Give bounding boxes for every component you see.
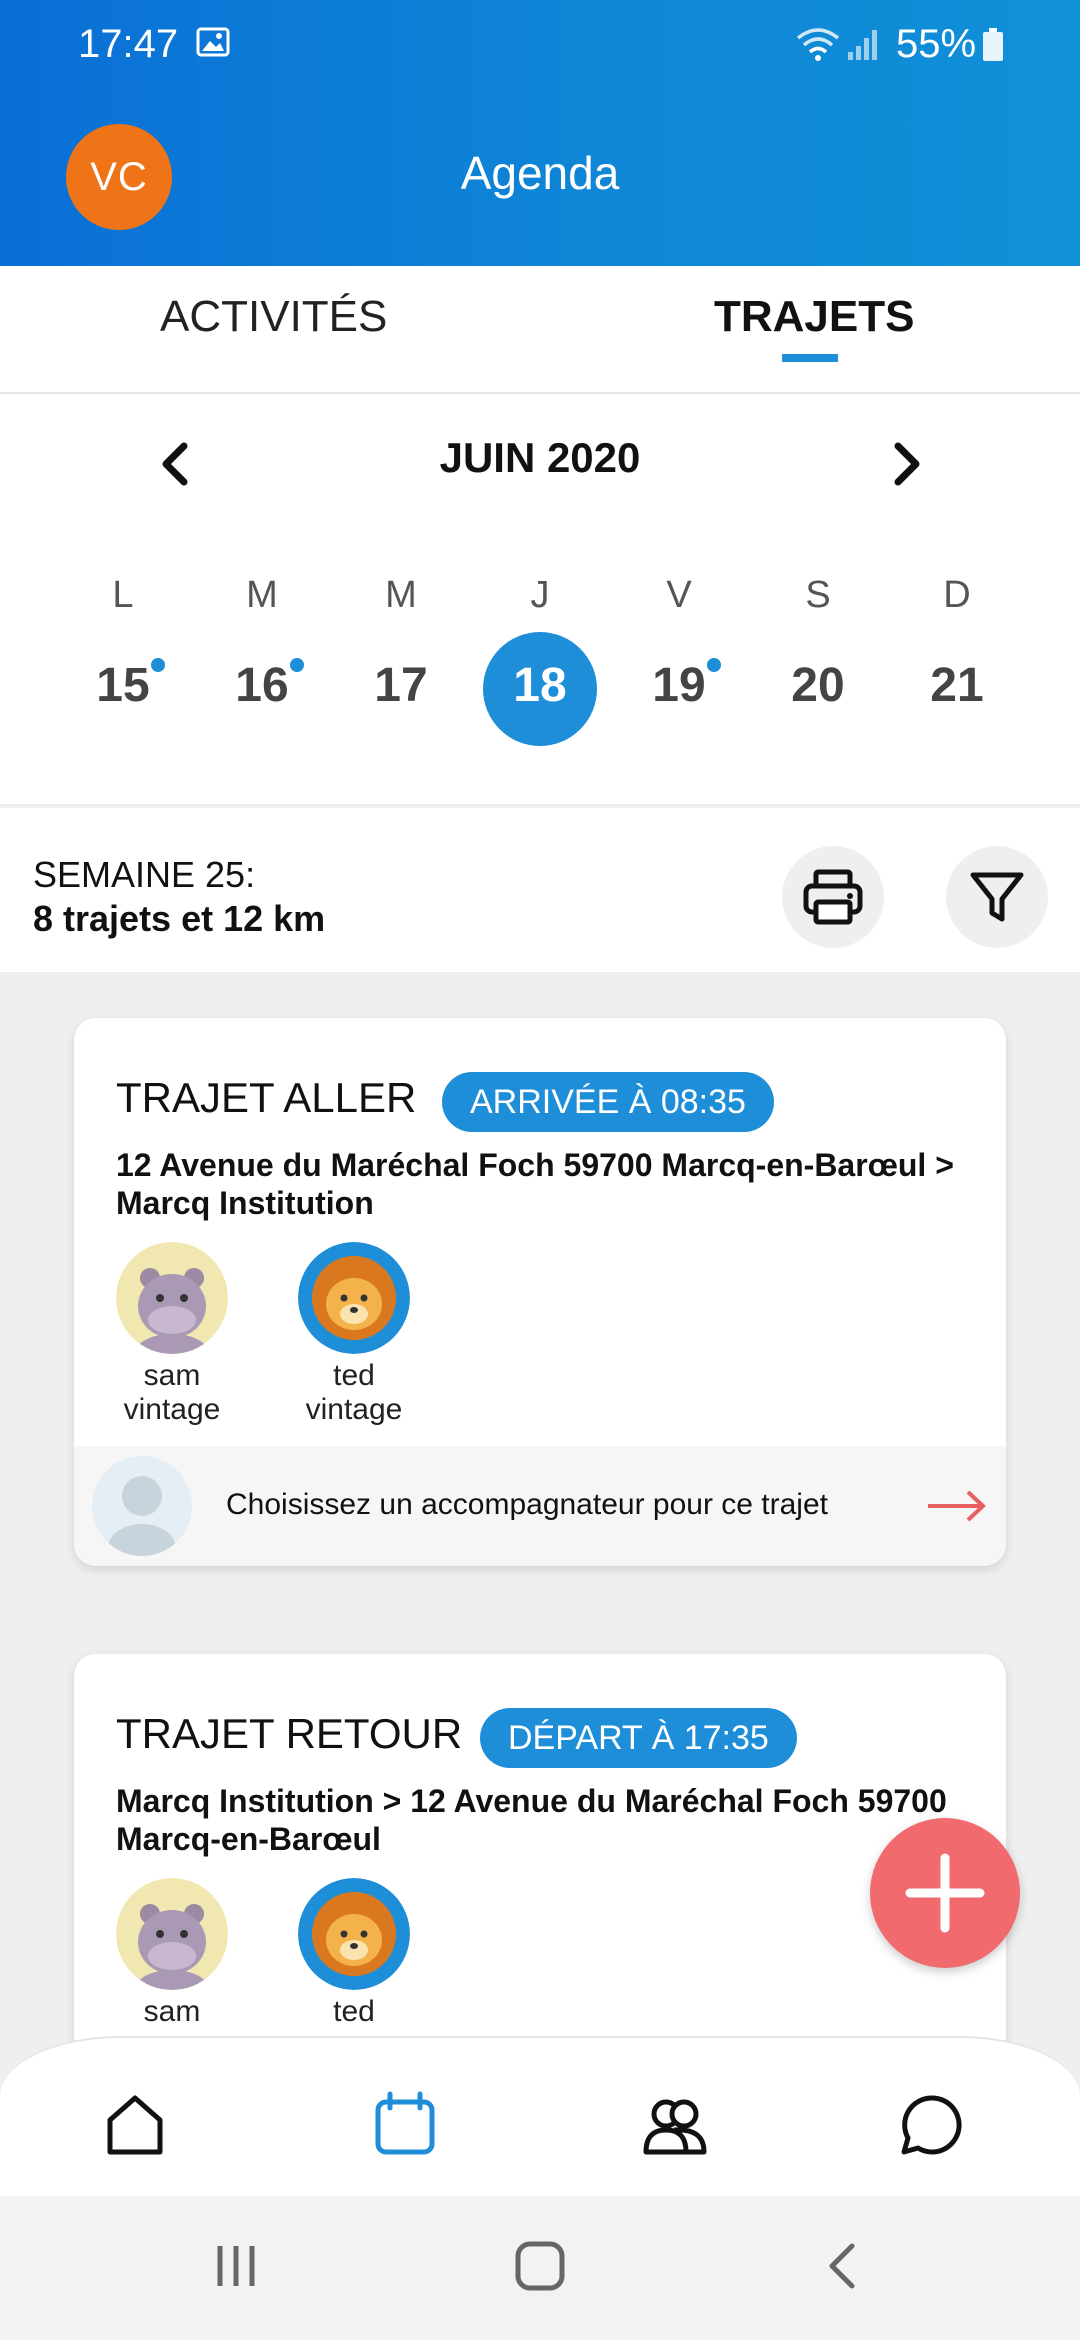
- week-summary-bar: SEMAINE 25: 8 trajets et 12 km: [0, 808, 1080, 972]
- trip-time-badge: ARRIVÉE À 08:35: [442, 1072, 774, 1132]
- week-summary: 8 trajets et 12 km: [33, 898, 326, 939]
- tab-trajets[interactable]: TRAJETS: [714, 292, 914, 342]
- active-tab-indicator: [782, 354, 838, 362]
- child-first-name: ted: [333, 1995, 375, 2028]
- day-letter: L: [112, 574, 134, 616]
- child-first-name: sam: [143, 1359, 201, 1392]
- day-number: 15: [96, 659, 150, 712]
- escort-prompt: Choisissez un accompagnateur pour ce tra…: [226, 1488, 828, 1521]
- plus-icon: [905, 1853, 985, 1933]
- wifi-icon: [796, 28, 840, 61]
- chevron-right-icon[interactable]: [882, 434, 932, 494]
- system-navigation-bar: [0, 2196, 1080, 2340]
- signal-icon: [848, 30, 877, 60]
- day-number: 18: [513, 659, 567, 712]
- chat-icon[interactable]: [896, 2090, 966, 2160]
- back-icon[interactable]: [822, 2236, 862, 2296]
- status-bar: 17:47 55%: [0, 0, 1080, 90]
- child-item[interactable]: ted: [274, 1878, 434, 2030]
- week-label: SEMAINE 25:: [33, 854, 256, 895]
- trip-route: 12 Avenue du Maréchal Foch 59700 Marcq-e…: [116, 1147, 954, 1221]
- trip-time-badge: DÉPART À 17:35: [480, 1708, 797, 1768]
- day-letter: V: [666, 574, 692, 616]
- day-letter: M: [385, 574, 417, 616]
- event-dot: [707, 658, 721, 672]
- home-icon[interactable]: [100, 2090, 170, 2160]
- printer-icon: [803, 869, 863, 925]
- calendar-icon[interactable]: [370, 2090, 440, 2160]
- trip-title: TRAJET RETOUR: [116, 1710, 463, 1757]
- day-letter: M: [246, 574, 278, 616]
- child-first-name: ted: [333, 1359, 375, 1392]
- day-letter: S: [805, 574, 831, 616]
- add-trip-button[interactable]: [870, 1818, 1020, 1968]
- app-header: 17:47 55% VC Agenda: [0, 0, 1080, 266]
- print-button[interactable]: [782, 846, 884, 948]
- gallery-notification-icon: [196, 27, 230, 57]
- day-number: 20: [791, 659, 845, 712]
- week-calendar: JUIN 2020 L 15 M 16 M 17 J 18 V 19 S 20 …: [0, 394, 1080, 806]
- hippo-avatar-icon: [116, 1878, 228, 1990]
- home-system-icon[interactable]: [512, 2236, 568, 2296]
- child-item[interactable]: ted vintage: [274, 1242, 434, 1428]
- bottom-navigation: [0, 2036, 1080, 2196]
- trip-route: Marcq Institution > 12 Avenue du Marécha…: [116, 1783, 947, 1857]
- trip-card[interactable]: TRAJET ALLER ARRIVÉE À 08:35 12 Avenue d…: [74, 1018, 1006, 1566]
- recent-apps-icon[interactable]: [212, 2236, 262, 2296]
- child-first-name: sam: [143, 1995, 201, 2028]
- tab-activites[interactable]: ACTIVITÉS: [160, 292, 387, 342]
- day-letter: D: [943, 574, 971, 616]
- battery-percent: 55%: [896, 22, 977, 66]
- lion-avatar-icon: [298, 1878, 410, 1990]
- hippo-avatar-icon: [116, 1242, 228, 1354]
- filter-button[interactable]: [946, 846, 1048, 948]
- day-number: 17: [374, 659, 428, 712]
- person-placeholder-icon: [92, 1456, 192, 1556]
- child-last-name: vintage: [123, 1393, 221, 1426]
- child-last-name: vintage: [305, 1393, 403, 1426]
- page-title: Agenda: [460, 147, 620, 199]
- day-number: 21: [930, 659, 984, 712]
- child-item[interactable]: sam: [92, 1878, 252, 2030]
- trip-title: TRAJET ALLER: [116, 1074, 417, 1121]
- event-dot: [290, 658, 304, 672]
- lion-avatar-icon: [298, 1242, 410, 1354]
- day-number: 19: [652, 659, 706, 712]
- group-icon[interactable]: [640, 2090, 710, 2160]
- child-item[interactable]: sam vintage: [92, 1242, 252, 1428]
- status-time: 17:47: [78, 22, 179, 66]
- filter-icon: [970, 872, 1024, 922]
- day-number: 16: [235, 659, 289, 712]
- choose-escort-row[interactable]: Choisissez un accompagnateur pour ce tra…: [74, 1446, 1006, 1566]
- arrow-right-icon[interactable]: [926, 1486, 986, 1526]
- day-letter: J: [530, 574, 550, 616]
- tab-bar: ACTIVITÉS TRAJETS: [0, 266, 1080, 394]
- battery-icon: [983, 28, 1003, 61]
- event-dot: [151, 658, 165, 672]
